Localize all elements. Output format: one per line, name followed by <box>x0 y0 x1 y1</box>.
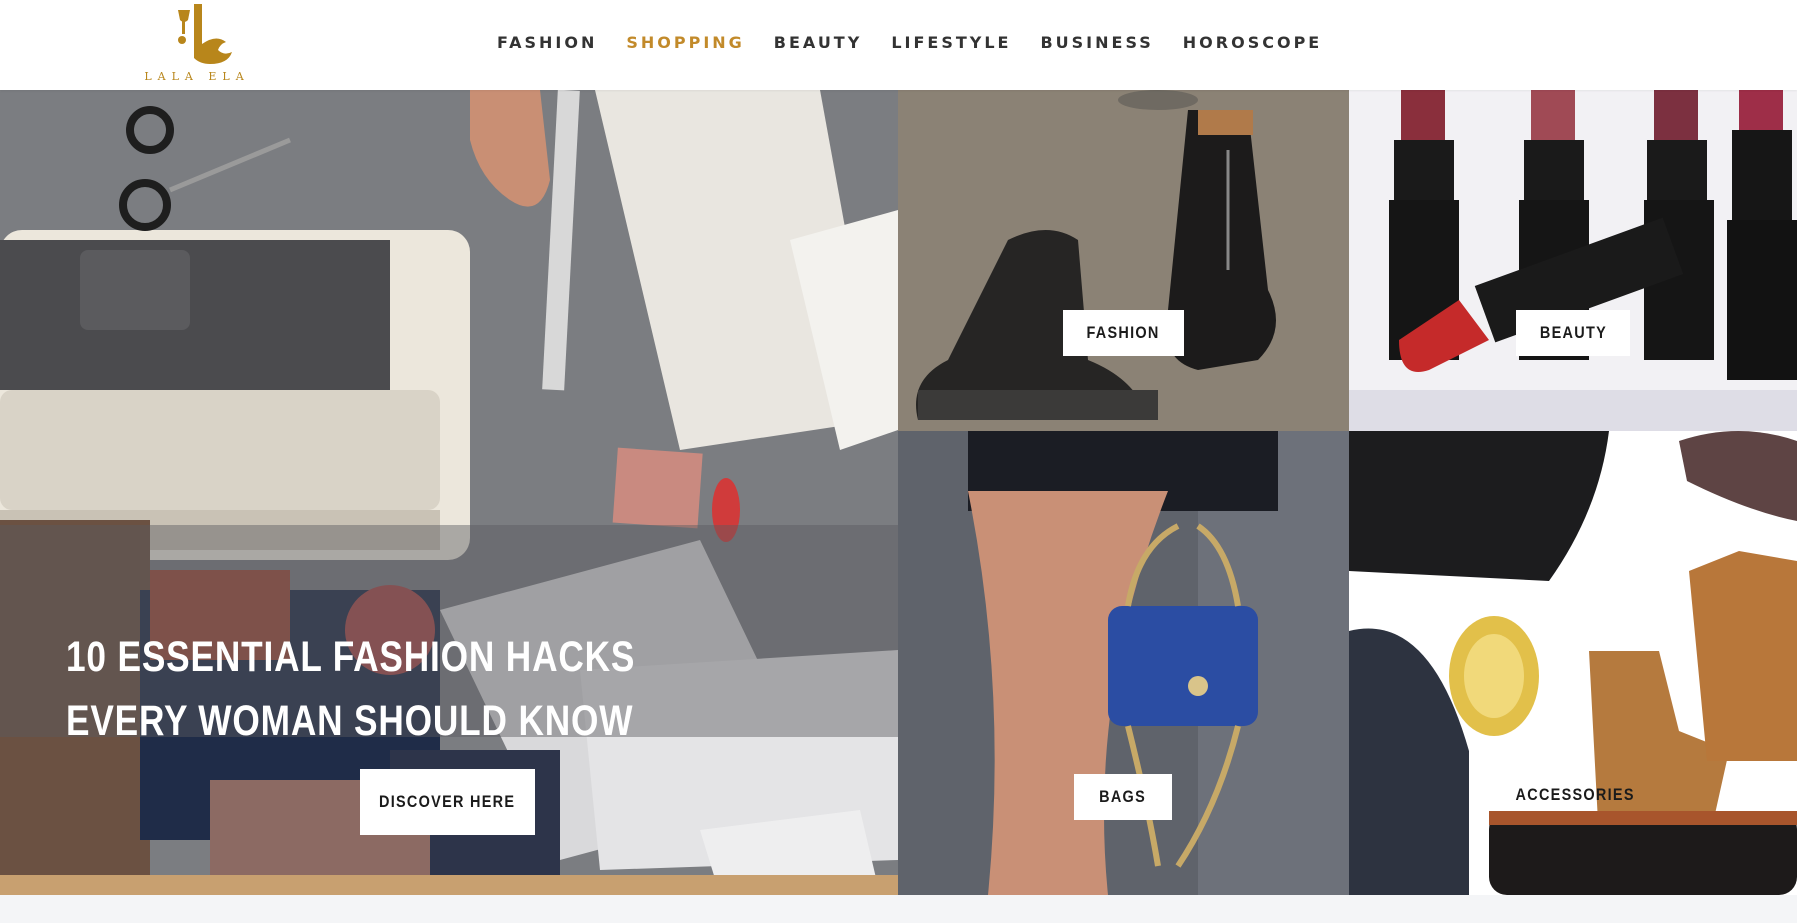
fashion-category-button[interactable]: FASHION <box>1063 310 1184 356</box>
accessories-category-label: ACCESSORIES <box>1515 785 1635 804</box>
beauty-category-label: BEAUTY <box>1539 323 1607 342</box>
bags-category-label: BAGS <box>1099 787 1147 806</box>
accessories-category-button[interactable]: ACCESSORIES <box>1505 772 1641 818</box>
logo-mark-icon <box>178 4 232 64</box>
nav-shopping[interactable]: SHOPPING <box>626 30 744 56</box>
beauty-category-button[interactable]: BEAUTY <box>1516 310 1630 356</box>
bags-category-button[interactable]: BAGS <box>1074 774 1172 820</box>
hero-title: 10 ESSENTIAL FASHION HACKS EVERY WOMAN S… <box>66 633 636 745</box>
site-logo[interactable]: LALA ELA <box>118 0 278 88</box>
accessories-tile[interactable]: ACCESSORIES <box>1349 431 1797 895</box>
nav-fashion[interactable]: FASHION <box>497 30 597 56</box>
logo-text: LALA ELA <box>144 70 250 83</box>
main-nav: FASHION SHOPPING BEAUTY LIFESTYLE BUSINE… <box>497 30 1351 56</box>
boots-image <box>898 90 1349 431</box>
beauty-tile[interactable]: BEAUTY <box>1349 90 1797 431</box>
discover-here-label: DISCOVER HERE <box>379 792 516 811</box>
nav-horoscope[interactable]: HOROSCOPE <box>1183 30 1322 56</box>
footer-strip <box>0 895 1797 923</box>
fashion-tile[interactable]: FASHION <box>898 90 1349 431</box>
nav-business[interactable]: BUSINESS <box>1040 30 1153 56</box>
fashion-category-label: FASHION <box>1086 323 1161 342</box>
discover-here-button[interactable]: DISCOVER HERE <box>360 769 535 835</box>
bags-tile[interactable]: BAGS <box>898 431 1349 895</box>
site-header: LALA ELA FASHION SHOPPING BEAUTY LIFESTY… <box>0 0 1797 90</box>
lipstick-image <box>1349 90 1797 431</box>
accessories-image <box>1349 431 1797 895</box>
hero-tile[interactable]: 10 ESSENTIAL FASHION HACKS EVERY WOMAN S… <box>0 90 898 895</box>
nav-beauty[interactable]: BEAUTY <box>774 30 863 56</box>
nav-lifestyle[interactable]: LIFESTYLE <box>891 30 1011 56</box>
bag-image <box>898 431 1349 895</box>
